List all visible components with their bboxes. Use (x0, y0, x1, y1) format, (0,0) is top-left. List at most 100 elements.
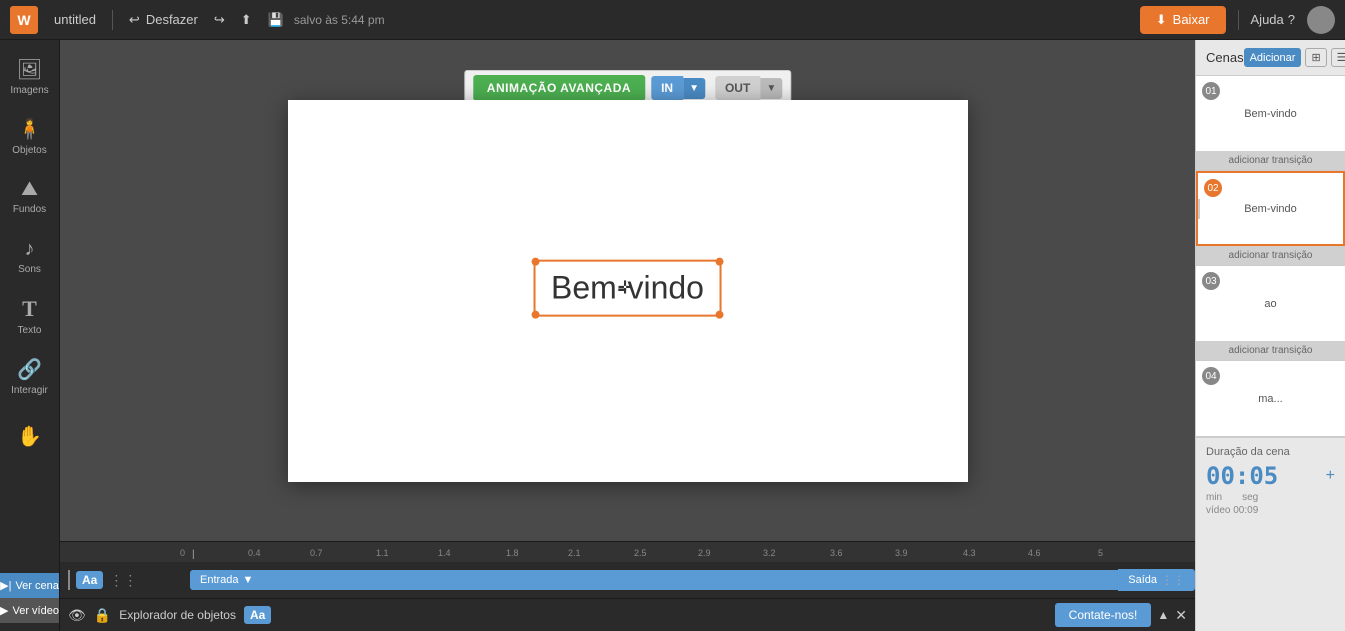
expand-icon[interactable]: ▲ (1157, 608, 1169, 622)
scene-nav-arrow[interactable]: ◀ (1196, 199, 1200, 219)
play-icon: ▶| (0, 579, 11, 592)
out-control: OUT ▼ (711, 76, 782, 100)
divider-2 (1238, 10, 1239, 30)
contact-button[interactable]: Contate-nos! (1055, 603, 1152, 627)
in-dropdown[interactable]: ▼ (683, 78, 705, 99)
left-sidebar: 🖼 Imagens 🧍 Objetos ⛰ Fundos ♪ Sons T Te… (0, 40, 60, 631)
ver-cena-button[interactable]: ▶| Ver cena (0, 573, 59, 598)
duration-increase-button[interactable]: + (1326, 467, 1335, 485)
play-icon-2: ▶ (0, 604, 8, 617)
undo-button[interactable]: ↩ Desfazer (129, 12, 198, 28)
center-area: ANIMAÇÃO AVANÇADA IN ▼ OUT ▼ 🔗 Myriad ▼ (60, 40, 1195, 631)
add-scene-button[interactable]: Adicionar (1244, 48, 1302, 67)
resize-handle-top-right[interactable] (716, 257, 724, 265)
lock-icon[interactable]: 🔒 (94, 607, 111, 624)
mover-icon: ✋ (17, 424, 42, 449)
scene-thumb-text-1: Bem-vindo (1244, 108, 1297, 120)
images-icon: 🖼 (17, 57, 42, 82)
seg-label: seg (1242, 492, 1258, 503)
undo-icon: ↩ (129, 12, 140, 28)
scene-thumb-text-3: ao (1264, 298, 1276, 310)
scene-number-1: 01 (1202, 82, 1220, 100)
sons-icon: ♪ (25, 238, 35, 261)
interagir-icon: 🔗 (17, 357, 42, 382)
explorer-label: Explorador de objetos (119, 608, 236, 622)
text-element[interactable]: Bem-vindo ✛ (533, 259, 722, 316)
scene-thumb-text-4: ma... (1258, 393, 1282, 405)
main-layout: 🖼 Imagens 🧍 Objetos ⛰ Fundos ♪ Sons T Te… (0, 40, 1345, 631)
grid-view-button[interactable]: ⊞ (1305, 48, 1326, 67)
duration-panel: Duração da cena 00:05 + min seg vídeo 00… (1196, 437, 1345, 524)
document-title[interactable]: untitled (54, 12, 96, 27)
add-transition-1[interactable]: adicionar transição (1196, 151, 1345, 170)
canvas-area: ANIMAÇÃO AVANÇADA IN ▼ OUT ▼ 🔗 Myriad ▼ (60, 40, 1195, 541)
scene-thumbnail-1[interactable]: 01 Bem-vindo (1196, 76, 1345, 151)
save-button[interactable]: 💾 salvo às 5:44 pm (268, 12, 385, 28)
add-transition-3[interactable]: adicionar transição (1196, 341, 1345, 360)
close-icon[interactable]: ✕ (1175, 607, 1187, 624)
timeline-track-label: Aa ⋮⋮ (60, 570, 190, 590)
scene-thumbnail-2[interactable]: ◀ 02 Bem-vindo (1196, 171, 1345, 246)
save-icon: 💾 (268, 12, 284, 28)
add-transition-2[interactable]: adicionar transição (1196, 246, 1345, 265)
scene-number-2: 02 (1204, 179, 1222, 197)
timeline-ruler: | 0 0.4 0.7 1.1 1.4 1.8 2.1 2.5 2.9 3.2 … (60, 542, 1195, 562)
track-type-badge: Aa (76, 571, 103, 589)
scene-thumbnail-4[interactable]: 04 ma... (1196, 361, 1345, 436)
scene-item-1: 01 Bem-vindo adicionar transição (1196, 76, 1345, 171)
scene-thumb-text-2: Bem-vindo (1244, 203, 1297, 215)
duration-units: min seg (1206, 492, 1335, 503)
advanced-animation-button[interactable]: ANIMAÇÃO AVANÇADA (473, 75, 645, 101)
help-icon: ? (1288, 12, 1295, 27)
timeline-track[interactable]: Entrada ▼ Saída ⋮⋮ (190, 566, 1195, 594)
canvas[interactable]: Bem-vindo ✛ (288, 100, 968, 482)
divider-1 (112, 10, 113, 30)
resize-handle-bottom-right[interactable] (716, 310, 724, 318)
track-bar[interactable] (263, 570, 1118, 590)
redo-icon: ↪ (214, 12, 225, 28)
sidebar-item-imagens[interactable]: 🖼 Imagens (2, 48, 58, 104)
redo-button[interactable]: ↪ (214, 12, 225, 28)
entrada-dropdown[interactable]: ▼ (243, 574, 254, 586)
share-icon: ⬆ (241, 12, 252, 28)
in-button[interactable]: IN (651, 76, 683, 100)
out-dropdown[interactable]: ▼ (760, 78, 782, 99)
ver-video-button[interactable]: ▶ Ver vídeo (0, 598, 59, 623)
timeline-area: | 0 0.4 0.7 1.1 1.4 1.8 2.1 2.5 2.9 3.2 … (60, 541, 1195, 631)
scene-number-4: 04 (1202, 367, 1220, 385)
share-button[interactable]: ⬆ (241, 12, 252, 28)
user-avatar[interactable] (1307, 6, 1335, 34)
fundos-icon: ⛰ (21, 178, 38, 201)
saida-button[interactable]: Saída ⋮⋮ (1118, 569, 1195, 591)
sidebar-item-interagir[interactable]: 🔗 Interagir (2, 348, 58, 404)
sidebar-item-mover[interactable]: ✋ (2, 408, 58, 464)
objects-icon: 🧍 (17, 117, 42, 142)
entrada-button[interactable]: Entrada ▼ (190, 570, 263, 590)
timeline-track-row: Aa ⋮⋮ Entrada ▼ Saída ⋮⋮ (60, 562, 1195, 598)
help-button[interactable]: Ajuda ? (1251, 12, 1295, 27)
scene-thumbnail-3[interactable]: 03 ao (1196, 266, 1345, 341)
list-view-button[interactable]: ☰ (1331, 48, 1345, 67)
sidebar-item-fundos[interactable]: ⛰ Fundos (2, 168, 58, 224)
bottom-bar: 👁 🔒 Explorador de objetos Aa Contate-nos… (60, 598, 1195, 631)
visibility-icon[interactable]: 👁 (68, 607, 86, 624)
sidebar-item-objetos[interactable]: 🧍 Objetos (2, 108, 58, 164)
resize-handle-bottom-left[interactable] (531, 310, 539, 318)
download-icon: ⬇ (1156, 12, 1167, 28)
duration-time: 00:05 (1206, 462, 1278, 490)
scene-item-4: 04 ma... (1196, 361, 1345, 437)
bottom-right: Contate-nos! ▲ ✕ (1055, 603, 1187, 627)
saida-handle[interactable]: ⋮⋮ (1161, 573, 1185, 587)
in-control: IN ▼ (651, 76, 705, 100)
text-content: Bem-vindo (551, 269, 704, 306)
video-time: vídeo 00:09 (1206, 505, 1335, 516)
app-logo: W (10, 6, 38, 34)
download-button[interactable]: ⬇ Baixar (1140, 6, 1226, 34)
resize-handle-top-left[interactable] (531, 257, 539, 265)
right-panel: Cenas Adicionar ⊞ ☰ 01 Bem-vindo adicion… (1195, 40, 1345, 631)
sidebar-item-texto[interactable]: T Texto (2, 288, 58, 344)
track-handle-left[interactable]: ⋮⋮ (109, 572, 137, 589)
scene-item-3: 03 ao adicionar transição (1196, 266, 1345, 361)
out-button[interactable]: OUT (715, 76, 760, 100)
sidebar-item-sons[interactable]: ♪ Sons (2, 228, 58, 284)
